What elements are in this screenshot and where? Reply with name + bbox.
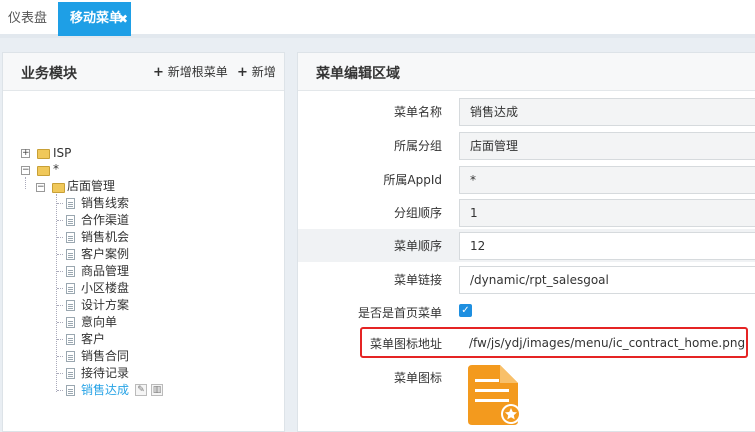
form-row-group-order: 分组顺序 1 <box>298 196 755 229</box>
tree-node-isp[interactable]: ISP <box>53 145 71 162</box>
doc-icon <box>66 232 75 243</box>
tree-node-leaf[interactable]: 销售机会 <box>81 229 129 246</box>
tree-connector <box>57 373 63 374</box>
group-input[interactable]: 店面管理 <box>459 132 755 160</box>
tab-dashboard[interactable]: 仪表盘 <box>0 2 56 36</box>
field-label: 菜单顺序 <box>393 239 442 253</box>
tree-node-leaf[interactable]: 客户 <box>81 331 105 348</box>
business-module-panel: 业务模块 + 新增根菜单 + 新增 + ISP − * − 店面管理 销售线索 … <box>2 52 285 432</box>
field-label: 是否是首页菜单 <box>357 306 442 320</box>
doc-icon <box>66 351 75 362</box>
doc-icon <box>66 317 75 328</box>
plus-icon: + <box>237 65 248 80</box>
doc-icon <box>66 385 75 396</box>
tree-node-star[interactable]: * <box>53 161 59 178</box>
folder-open-icon <box>37 166 50 176</box>
tab-bar: 仪表盘 移动菜单 ✖ <box>0 0 755 38</box>
tree-line <box>56 194 57 392</box>
folder-open-icon <box>52 183 65 193</box>
tree-node-leaf[interactable]: 销售线索 <box>81 195 129 212</box>
group-order-input[interactable]: 1 <box>459 199 755 227</box>
collapse-icon[interactable]: − <box>21 166 30 175</box>
form-row-menu-order: 菜单顺序 12 <box>298 229 755 262</box>
field-label: 菜单名称 <box>393 105 442 119</box>
doc-icon <box>66 368 75 379</box>
tree-connector <box>57 390 63 391</box>
tab-mobile-menu[interactable]: 移动菜单 ✖ <box>58 2 131 36</box>
button-label: 新增 <box>251 65 276 79</box>
form-row-link: 菜单链接 /dynamic/rpt_salesgoal <box>298 263 755 296</box>
home-menu-checkbox[interactable]: ✓ <box>459 304 472 317</box>
tree-connector <box>57 271 63 272</box>
form-row-appid: 所属AppId * <box>298 163 755 196</box>
add-menu-button[interactable]: + 新增 <box>237 63 276 80</box>
tree-connector <box>57 203 63 204</box>
tree-node-leaf[interactable]: 小区楼盘 <box>81 280 129 297</box>
tree-connector <box>57 339 63 340</box>
menu-edit-panel: 菜单编辑区域 菜单名称 销售达成 所属分组 店面管理 所属AppId * 分组顺… <box>297 52 755 432</box>
panel-title: 业务模块 <box>21 66 77 82</box>
tree-node-leaf[interactable]: 合作渠道 <box>81 212 129 229</box>
delete-icon[interactable]: ▥ <box>151 384 163 396</box>
close-icon[interactable]: ✖ <box>118 2 128 36</box>
button-label: 新增根菜单 <box>167 65 228 79</box>
field-label: 菜单链接 <box>393 273 442 287</box>
appid-input[interactable]: * <box>459 166 755 194</box>
tree-connector <box>57 288 63 289</box>
tree-line <box>25 177 26 189</box>
form-row-icon: 菜单图标 <box>298 361 755 394</box>
tree-node-leaf[interactable]: 接待记录 <box>81 365 129 382</box>
tree-node-store[interactable]: 店面管理 <box>67 178 115 195</box>
tree-node-leaf[interactable]: 意向单 <box>81 314 117 331</box>
tree-connector <box>57 322 63 323</box>
expand-icon[interactable]: + <box>21 149 30 158</box>
field-label: 所属AppId <box>383 173 442 187</box>
collapse-icon[interactable]: − <box>36 183 45 192</box>
field-label: 分组顺序 <box>393 206 442 220</box>
tree-node-leaf[interactable]: 商品管理 <box>81 263 129 280</box>
highlight-box <box>360 327 748 358</box>
tree-connector <box>57 254 63 255</box>
tab-label: 仪表盘 <box>8 11 48 26</box>
edit-icon[interactable]: ✎ <box>135 384 147 396</box>
menu-name-input[interactable]: 销售达成 <box>459 98 755 126</box>
panel-header: 菜单编辑区域 <box>298 53 755 91</box>
tree-connector <box>57 220 63 221</box>
panel-title: 菜单编辑区域 <box>316 66 400 82</box>
tree-node-leaf[interactable]: 设计方案 <box>81 297 129 314</box>
contract-document-icon <box>468 365 521 425</box>
tree-connector <box>57 356 63 357</box>
plus-icon: + <box>153 65 164 80</box>
menu-link-input[interactable]: /dynamic/rpt_salesgoal <box>459 266 755 294</box>
field-label: 所属分组 <box>393 139 442 153</box>
doc-icon <box>66 283 75 294</box>
tree-node-leaf[interactable]: 客户案例 <box>81 246 129 263</box>
panel-header: 业务模块 + 新增根菜单 + 新增 <box>3 53 284 91</box>
field-label: 菜单图标 <box>393 371 442 385</box>
form-row-group: 所属分组 店面管理 <box>298 129 755 162</box>
tree-node-selected[interactable]: 销售达成 <box>81 382 129 399</box>
doc-icon <box>66 198 75 209</box>
doc-icon <box>66 249 75 260</box>
tree-node-leaf[interactable]: 销售合同 <box>81 348 129 365</box>
doc-icon <box>66 215 75 226</box>
doc-icon <box>66 266 75 277</box>
form-row-home: 是否是首页菜单 ✓ <box>298 296 755 329</box>
folder-icon <box>37 149 50 159</box>
doc-icon <box>66 334 75 345</box>
form-row-name: 菜单名称 销售达成 <box>298 95 755 128</box>
tree-connector <box>57 237 63 238</box>
add-root-menu-button[interactable]: + 新增根菜单 <box>153 63 228 80</box>
menu-order-input[interactable]: 12 <box>459 232 755 260</box>
tab-label: 移动菜单 <box>70 11 123 26</box>
doc-icon <box>66 300 75 311</box>
tree-connector <box>57 305 63 306</box>
